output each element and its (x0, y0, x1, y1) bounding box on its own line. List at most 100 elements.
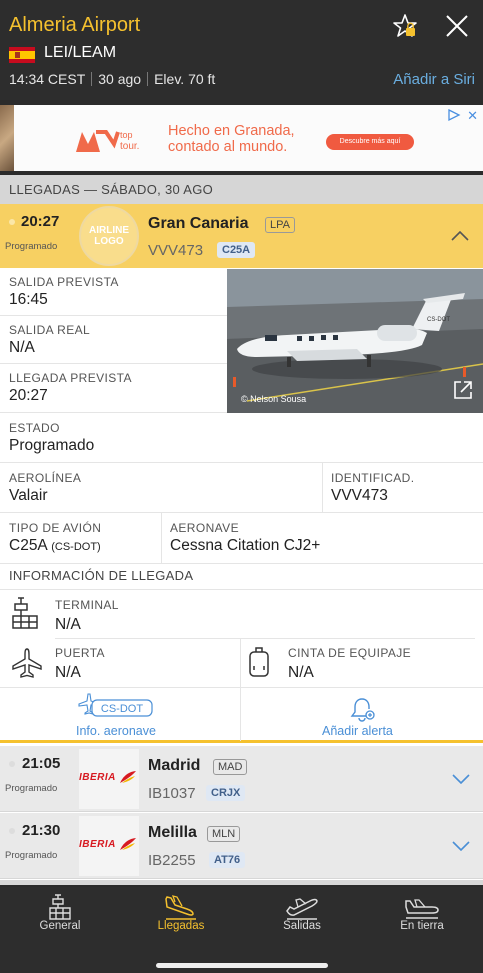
baggage-icon (249, 647, 269, 677)
iberia-wing-icon (120, 838, 136, 850)
section-header: LLEGADAS — SÁBADO, 30 AGO (0, 175, 483, 204)
aircraft-row: TIPO DE AVIÓN C25A (CS-DOT) AERONAVE Ces… (0, 513, 483, 564)
add-alert-button[interactable]: Añadir alerta (241, 688, 483, 741)
status-dot (9, 828, 15, 834)
flight-status-row: ESTADO Programado (0, 413, 483, 463)
flight-row-expanded[interactable]: 20:27 Programado AIRLINE LOGO Gran Canar… (0, 204, 483, 268)
aircraft-type-badge: AT76 (209, 852, 246, 868)
label: PUERTA (55, 646, 105, 660)
toptour-logo: top tour. (76, 130, 139, 152)
city-code-badge: MLN (207, 826, 241, 842)
tab-general[interactable]: General (0, 887, 120, 947)
favorite-star-icon[interactable] (391, 12, 419, 40)
plane-takeoff-icon (286, 898, 318, 920)
ad-info-icon[interactable] (447, 108, 461, 122)
logo-text-2: LOGO (94, 236, 124, 247)
value: C25A (CS-DOT) (9, 537, 101, 555)
iberia-logo: IBERIA (79, 772, 116, 783)
bell-icon (350, 698, 375, 722)
airport-title: Almeria Airport (9, 14, 141, 36)
destination-city: Madrid (148, 757, 201, 774)
label: TIPO DE AVIÓN (9, 521, 102, 535)
divider (322, 463, 323, 513)
aircraft-tag-text: CS-DOT (101, 703, 143, 715)
flight-row[interactable]: 21:30 Programado IBERIA Melilla MLN IB22… (0, 813, 483, 879)
ad-cta-button[interactable]: Descubre más aquí (326, 134, 414, 150)
ad-headline: Hecho en Granada, contado al mundo. (168, 123, 295, 155)
label: AEROLÍNEA (9, 471, 82, 485)
value: VVV473 (331, 487, 388, 504)
spain-flag-icon (9, 47, 35, 63)
home-indicator[interactable] (156, 963, 328, 968)
photo-credit: © Nelson Sousa (241, 394, 307, 404)
airline-row: AEROLÍNEA Valair IDENTIFICAD. VVV473 (0, 463, 483, 513)
aircraft-info-label: Info. aeronave (76, 724, 156, 738)
value: N/A (55, 616, 81, 633)
label: CINTA DE EQUIPAJE (288, 646, 412, 660)
flight-status: Programado (5, 850, 58, 861)
flight-status: Programado (5, 783, 58, 794)
label: AERONAVE (170, 521, 239, 535)
ad-close-icon[interactable]: ✕ (467, 108, 478, 124)
local-date: 30 ago (98, 71, 142, 87)
close-icon[interactable] (443, 12, 471, 40)
plane-on-ground-icon (405, 899, 439, 919)
tab-arrivals[interactable]: Llegadas (121, 887, 241, 947)
ad-brand-1: top (120, 130, 133, 140)
status-dot (9, 761, 15, 767)
chevron-up-icon[interactable] (451, 231, 469, 241)
value: 20:27 (9, 387, 48, 404)
ad-brand-2: tour. (120, 141, 139, 152)
divider (147, 72, 149, 86)
aircraft-type-badge: C25A (217, 242, 256, 258)
divider (91, 72, 93, 86)
open-external-icon[interactable] (452, 379, 474, 401)
chevron-down-icon[interactable] (452, 841, 470, 851)
tab-departures[interactable]: Salidas (242, 887, 362, 947)
ad-headline-1: Hecho en Granada, (168, 123, 295, 139)
flight-list: LLEGADAS — SÁBADO, 30 AGO 20:27 Programa… (0, 175, 483, 885)
plane-icon (12, 648, 42, 678)
aircraft-tag-icon: CS-DOT (78, 693, 153, 717)
tab-on-ground[interactable]: En tierra (362, 887, 482, 947)
local-time: 14:34 CEST (9, 71, 86, 87)
value: Programado (9, 437, 95, 454)
next-row-edge (0, 880, 483, 885)
label: ESTADO (9, 421, 60, 435)
airport-meta: 14:34 CEST 30 ago Elev. 70 ft (9, 71, 215, 87)
airport-tower-icon (49, 894, 71, 920)
aircraft-type-badge: CRJX (206, 785, 246, 801)
label: LLEGADA PREVISTA (9, 371, 132, 385)
flight-number: IB2255 (148, 852, 196, 869)
value: N/A (288, 664, 314, 681)
add-alert-label: Añadir alerta (322, 724, 393, 738)
logo-text-1: AIRLINE (89, 225, 129, 236)
value: Cessna Citation CJ2+ (170, 537, 321, 554)
add-to-siri-link[interactable]: Añadir a Siri (393, 71, 475, 88)
flight-time: 21:30 (22, 822, 61, 839)
label: SALIDA PREVISTA (9, 275, 119, 289)
flight-row[interactable]: 21:05 Programado IBERIA Madrid MAD IB103… (0, 746, 483, 812)
aircraft-info-button[interactable]: CS-DOT Info. aeronave (0, 688, 240, 741)
aircraft-tail-number: CS-DOT (427, 317, 450, 323)
flight-time: 21:05 (22, 755, 61, 772)
destination-city: Gran Canaria (148, 215, 249, 232)
iberia-wing-icon (120, 771, 136, 783)
value: N/A (55, 664, 81, 681)
label: SALIDA REAL (9, 323, 91, 337)
iberia-logo: IBERIA (79, 839, 116, 850)
chevron-down-icon[interactable] (452, 774, 470, 784)
airport-header: Almeria Airport LEI/LEAM 14:34 CEST 30 a… (0, 0, 483, 100)
city-code-badge: MAD (213, 759, 248, 775)
bottom-tab-bar: General Llegadas Salidas En tierra (0, 887, 483, 973)
ad-image (0, 105, 14, 171)
value: Valair (9, 487, 48, 504)
flight-actions: CS-DOT Info. aeronave Añadir alerta (0, 687, 483, 743)
flight-number: VVV473 (148, 242, 204, 259)
ad-headline-2: contado al mundo. (168, 139, 288, 155)
advertisement-banner[interactable]: top tour. Hecho en Granada, contado al m… (0, 105, 483, 171)
gate-baggage-row: PUERTA N/A CINTA DE EQUIPAJE N/A (0, 639, 483, 687)
aircraft-registration: (CS-DOT) (51, 541, 101, 553)
aircraft-photo[interactable]: CS-DOT © Nelson Sousa (227, 269, 483, 413)
city-code-badge: LPA (265, 217, 295, 233)
